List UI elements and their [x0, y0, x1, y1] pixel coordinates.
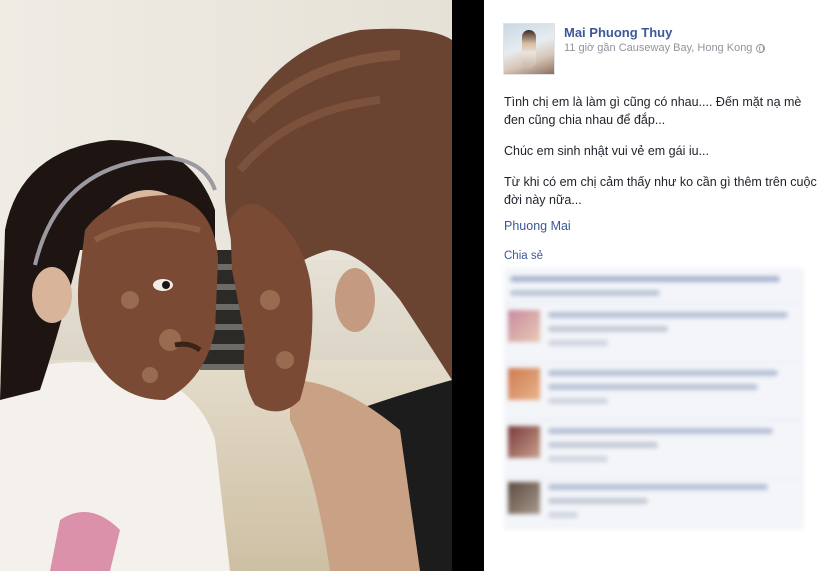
- post-timestamp-location[interactable]: 11 giờ gần Causeway Bay, Hong Kong: [564, 42, 752, 54]
- post-meta: 11 giờ gần Causeway Bay, Hong Kong: [564, 42, 766, 54]
- post-photo[interactable]: [0, 0, 452, 571]
- author-name[interactable]: Mai Phuong Thuy: [564, 25, 672, 40]
- comments-section: [504, 268, 804, 530]
- photo-people-illustration: [0, 28, 452, 571]
- author-avatar[interactable]: [503, 23, 555, 75]
- comment-item: [508, 482, 800, 528]
- likes-summary: [510, 276, 798, 304]
- comment-item: [508, 310, 800, 356]
- photo-divider: [452, 0, 484, 571]
- avatar-figure: [522, 30, 536, 68]
- post-paragraph-3: Từ khi có em chị cảm thấy như ko cần gì …: [504, 175, 817, 207]
- post-panel: Mai Phuong Thuy 11 giờ gần Causeway Bay,…: [484, 0, 829, 571]
- post-paragraph-1: Tình chị em là làm gì cũng có nhau.... Đ…: [504, 95, 802, 127]
- share-link[interactable]: Chia sẻ: [504, 250, 543, 262]
- post-body: Tình chị em là làm gì cũng có nhau.... Đ…: [504, 93, 819, 209]
- comment-item: [508, 426, 800, 472]
- post-paragraph-2: Chúc em sinh nhật vui vẻ em gái iu...: [504, 144, 709, 158]
- globe-icon[interactable]: [756, 43, 766, 53]
- comment-item: [508, 368, 800, 414]
- tagged-person-link[interactable]: Phuong Mai: [504, 219, 571, 233]
